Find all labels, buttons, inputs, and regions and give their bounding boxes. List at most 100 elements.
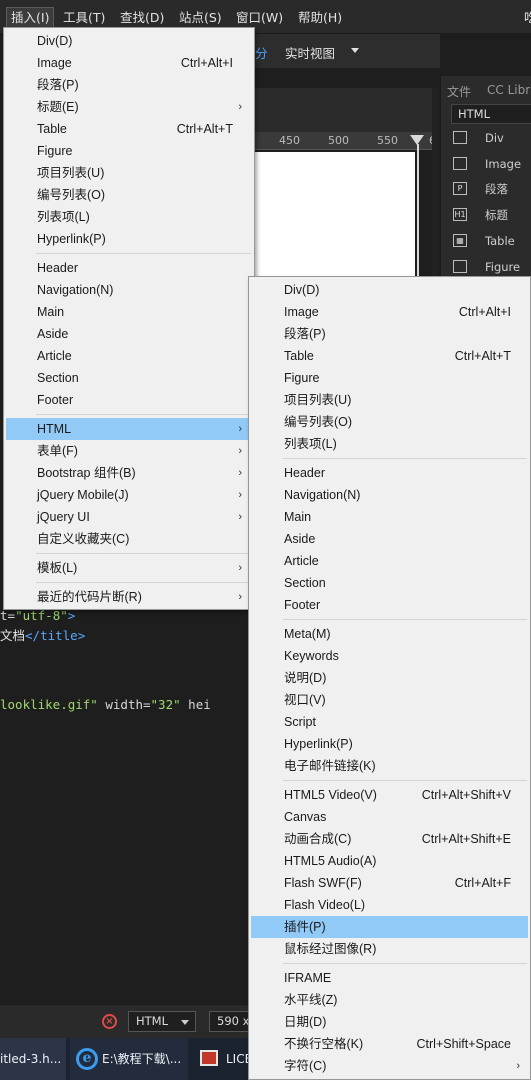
- figure-icon: [453, 260, 467, 273]
- submenu-item-animate-composition[interactable]: 动画合成(C) Ctrl+Alt+Shift+E: [251, 828, 528, 850]
- menu-item-heading[interactable]: 标题(E) ›: [6, 96, 252, 118]
- taskbar-item-explorer[interactable]: e E:\教程下载\...: [70, 1038, 188, 1080]
- insert-item-figure[interactable]: Figure: [451, 256, 531, 278]
- tab-files[interactable]: 文件: [447, 83, 471, 100]
- submenu-item-flash-swf[interactable]: Flash SWF(F) Ctrl+Alt+F: [251, 872, 528, 894]
- submenu-item-html5-video[interactable]: HTML5 Video(V) Ctrl+Alt+Shift+V: [251, 784, 528, 806]
- menu-item-jquery-mobile[interactable]: jQuery Mobile(J) ›: [6, 484, 252, 506]
- submenu-item-image[interactable]: Image Ctrl+Alt+I: [251, 301, 528, 323]
- tab-cc-libraries[interactable]: CC Libra: [487, 83, 531, 97]
- taskbar-item-license[interactable]: LICE: [192, 1038, 252, 1080]
- submenu-item-article[interactable]: Article: [251, 550, 528, 572]
- menu-item-form[interactable]: 表单(F) ›: [6, 440, 252, 462]
- insert-item-heading[interactable]: H1 标题: [451, 204, 531, 226]
- menu-item-section[interactable]: Section: [6, 367, 252, 389]
- live-view-button[interactable]: 实时视图: [285, 43, 335, 62]
- code-token: >: [67, 608, 76, 623]
- submenu-item-paragraph[interactable]: 段落(P): [251, 323, 528, 345]
- menu-site[interactable]: 站点(S): [175, 7, 226, 29]
- submenu-item-email-link[interactable]: 电子邮件链接(K): [251, 755, 528, 777]
- menu-item-ordered-list[interactable]: 编号列表(O): [6, 184, 252, 206]
- menu-item-aside[interactable]: Aside: [6, 323, 252, 345]
- menu-item-paragraph[interactable]: 段落(P): [6, 74, 252, 96]
- menu-item-label: 段落(P): [37, 78, 79, 92]
- menu-item-navigation[interactable]: Navigation(N): [6, 279, 252, 301]
- insert-item-image[interactable]: Image: [451, 153, 531, 175]
- submenu-item-hyperlink[interactable]: Hyperlink(P): [251, 733, 528, 755]
- menu-item-figure[interactable]: Figure: [6, 140, 252, 162]
- submenu-item-list-item[interactable]: 列表项(L): [251, 433, 528, 455]
- submenu-item-navigation[interactable]: Navigation(N): [251, 484, 528, 506]
- menu-item-header[interactable]: Header: [6, 257, 252, 279]
- submenu-item-canvas[interactable]: Canvas: [251, 806, 528, 828]
- menu-separator: [283, 619, 527, 620]
- submenu-item-character[interactable]: 字符(C) ›: [251, 1055, 528, 1077]
- code-view[interactable]: t="utf-8"> 文档</title> looklike.gif" widt…: [0, 605, 260, 735]
- insert-item-table[interactable]: ▦ Table: [451, 230, 531, 252]
- submenu-item-ordered-list[interactable]: 编号列表(O): [251, 411, 528, 433]
- split-view-button[interactable]: 分: [255, 43, 268, 62]
- submenu-item-meta[interactable]: Meta(M): [251, 623, 528, 645]
- menu-item-hyperlink[interactable]: Hyperlink(P): [6, 228, 252, 250]
- submenu-item-footer[interactable]: Footer: [251, 594, 528, 616]
- submenu-item-description[interactable]: 说明(D): [251, 667, 528, 689]
- taskbar-item-dreamweaver[interactable]: itled-3.h...: [0, 1038, 66, 1080]
- menu-find[interactable]: 查找(D): [116, 7, 168, 29]
- submenu-item-horizontal-rule[interactable]: 水平线(Z): [251, 989, 528, 1011]
- menu-item-custom-favorites[interactable]: 自定义收藏夹(C): [6, 528, 252, 550]
- insert-item-div[interactable]: Div: [451, 127, 531, 149]
- submenu-item-viewport[interactable]: 视口(V): [251, 689, 528, 711]
- menu-item-shortcut: Ctrl+Alt+I: [180, 56, 233, 70]
- menu-item-label: 列表项(L): [284, 437, 337, 451]
- submenu-item-unordered-list[interactable]: 项目列表(U): [251, 389, 528, 411]
- chevron-right-icon: ›: [516, 1060, 520, 1072]
- submenu-item-nbsp[interactable]: 不换行空格(K) Ctrl+Shift+Space: [251, 1033, 528, 1055]
- menu-item-jquery-ui[interactable]: jQuery UI ›: [6, 506, 252, 528]
- submenu-item-aside[interactable]: Aside: [251, 528, 528, 550]
- menu-help[interactable]: 帮助(H): [294, 7, 346, 29]
- menu-tools[interactable]: 工具(T): [59, 7, 109, 29]
- submenu-item-plugin[interactable]: 插件(P): [251, 916, 528, 938]
- menu-item-label: Flash Video(L): [284, 898, 366, 912]
- insert-category-select[interactable]: HTML: [451, 104, 531, 124]
- submenu-item-main[interactable]: Main: [251, 506, 528, 528]
- menu-item-label: Table: [284, 349, 314, 363]
- submenu-item-script[interactable]: Script: [251, 711, 528, 733]
- menu-item-label: 编号列表(O): [37, 188, 106, 202]
- menu-insert[interactable]: 插入(I): [6, 7, 55, 29]
- submenu-item-section[interactable]: Section: [251, 572, 528, 594]
- submenu-item-iframe[interactable]: IFRAME: [251, 967, 528, 989]
- menu-item-list-item[interactable]: 列表项(L): [6, 206, 252, 228]
- design-canvas[interactable]: [255, 152, 415, 277]
- menu-item-footer[interactable]: Footer: [6, 389, 252, 411]
- menu-overflow[interactable]: 吃: [520, 7, 531, 29]
- submenu-item-rollover-image[interactable]: 鼠标经过图像(R): [251, 938, 528, 960]
- menu-item-bootstrap[interactable]: Bootstrap 组件(B) ›: [6, 462, 252, 484]
- chevron-down-icon[interactable]: [351, 48, 359, 53]
- submenu-item-keywords[interactable]: Keywords: [251, 645, 528, 667]
- menu-item-html[interactable]: HTML ›: [6, 418, 252, 440]
- menu-window[interactable]: 窗口(W): [232, 7, 287, 29]
- document-type-select[interactable]: HTML: [128, 1011, 196, 1032]
- error-icon[interactable]: ×: [102, 1014, 117, 1029]
- menu-item-unordered-list[interactable]: 项目列表(U): [6, 162, 252, 184]
- menu-item-div[interactable]: Div(D): [6, 30, 252, 52]
- submenu-item-date[interactable]: 日期(D): [251, 1011, 528, 1033]
- submenu-item-html5-audio[interactable]: HTML5 Audio(A): [251, 850, 528, 872]
- menu-item-templates[interactable]: 模板(L) ›: [6, 557, 252, 579]
- insert-item-paragraph[interactable]: P 段落: [451, 178, 531, 200]
- chevron-right-icon: ›: [238, 467, 242, 479]
- submenu-item-div[interactable]: Div(D): [251, 279, 528, 301]
- submenu-item-header[interactable]: Header: [251, 462, 528, 484]
- menu-item-image[interactable]: Image Ctrl+Alt+I: [6, 52, 252, 74]
- submenu-item-table[interactable]: Table Ctrl+Alt+T: [251, 345, 528, 367]
- menu-item-label: 项目列表(U): [284, 393, 352, 407]
- submenu-item-flash-video[interactable]: Flash Video(L): [251, 894, 528, 916]
- submenu-item-figure[interactable]: Figure: [251, 367, 528, 389]
- menu-item-main[interactable]: Main: [6, 301, 252, 323]
- menu-item-table[interactable]: Table Ctrl+Alt+T: [6, 118, 252, 140]
- menu-item-recent-snippets[interactable]: 最近的代码片断(R) ›: [6, 586, 252, 608]
- menu-item-label: 说明(D): [284, 671, 327, 685]
- menu-item-article[interactable]: Article: [6, 345, 252, 367]
- menu-item-label: Article: [284, 554, 319, 568]
